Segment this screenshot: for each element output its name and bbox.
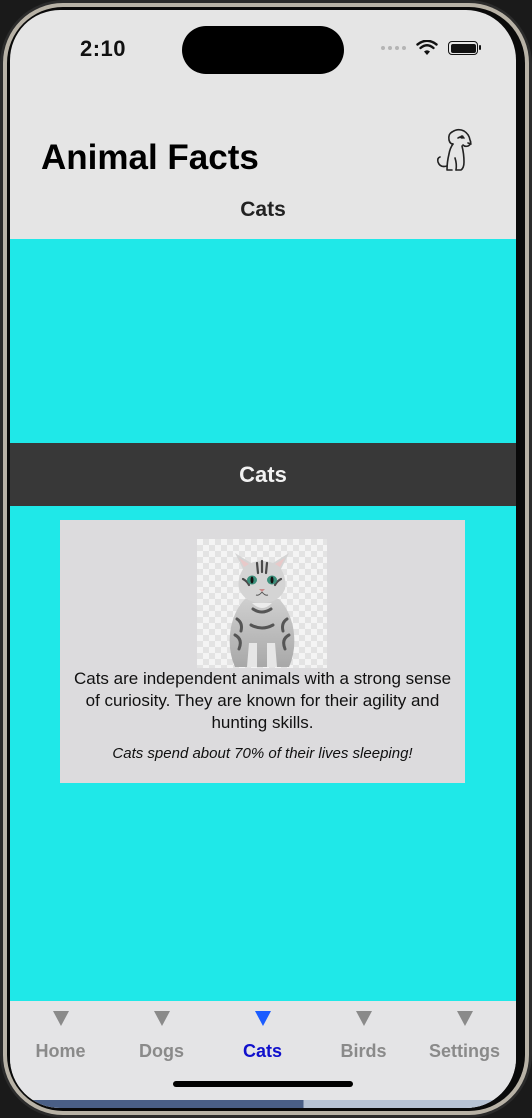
battery-icon <box>448 41 481 55</box>
app-screen: 2:10 Animal Facts Cats Cats Cats are ind… <box>10 10 516 1108</box>
tab-label: Home <box>35 1041 86 1061</box>
tab-label: Birds <box>340 1041 387 1061</box>
chevron-down-icon <box>355 1011 372 1026</box>
tab-label: Cats <box>242 1041 282 1061</box>
chevron-down-icon <box>456 1011 473 1026</box>
status-time: 2:10 <box>80 36 127 61</box>
chevron-down-icon <box>52 1011 69 1026</box>
tab-label: Settings <box>428 1041 500 1061</box>
tab-birds[interactable]: Birds <box>313 1001 414 1081</box>
cat-fun-fact: Cats spend about 70% of their lives slee… <box>112 745 413 762</box>
status-bar: 2:10 <box>10 10 516 90</box>
bottom-strip <box>10 1100 516 1108</box>
tab-home[interactable]: Home <box>10 1001 111 1081</box>
wifi-icon <box>416 40 438 55</box>
banner-title: Cats <box>239 461 287 487</box>
home-indicator[interactable] <box>173 1081 353 1087</box>
chevron-down-icon <box>153 1011 170 1026</box>
section-subtitle: Cats <box>240 198 286 221</box>
status-icons <box>381 40 481 56</box>
tab-settings[interactable]: Settings <box>414 1001 515 1081</box>
tab-dogs[interactable]: Dogs <box>111 1001 212 1081</box>
section-banner: Cats <box>10 443 516 506</box>
tab-label: Dogs <box>139 1041 184 1061</box>
cellular-signal-icon <box>381 46 406 50</box>
phone-frame: 2:10 Animal Facts Cats Cats Cats are ind… <box>0 0 532 1118</box>
cat-photo <box>197 539 327 668</box>
chevron-down-icon <box>254 1011 271 1026</box>
page-title: Animal Facts <box>41 138 259 177</box>
fact-card: Cats are independent animals with a stro… <box>60 520 465 783</box>
dynamic-island <box>182 26 344 74</box>
dog-outline-icon[interactable] <box>428 124 480 176</box>
tab-bar: Home Dogs Cats Birds Settings <box>10 1001 516 1108</box>
tab-cats[interactable]: Cats <box>212 1001 313 1081</box>
content-area: Cats Cats are independent animals with a… <box>10 239 516 1001</box>
cat-description: Cats are independent animals with a stro… <box>73 669 452 732</box>
